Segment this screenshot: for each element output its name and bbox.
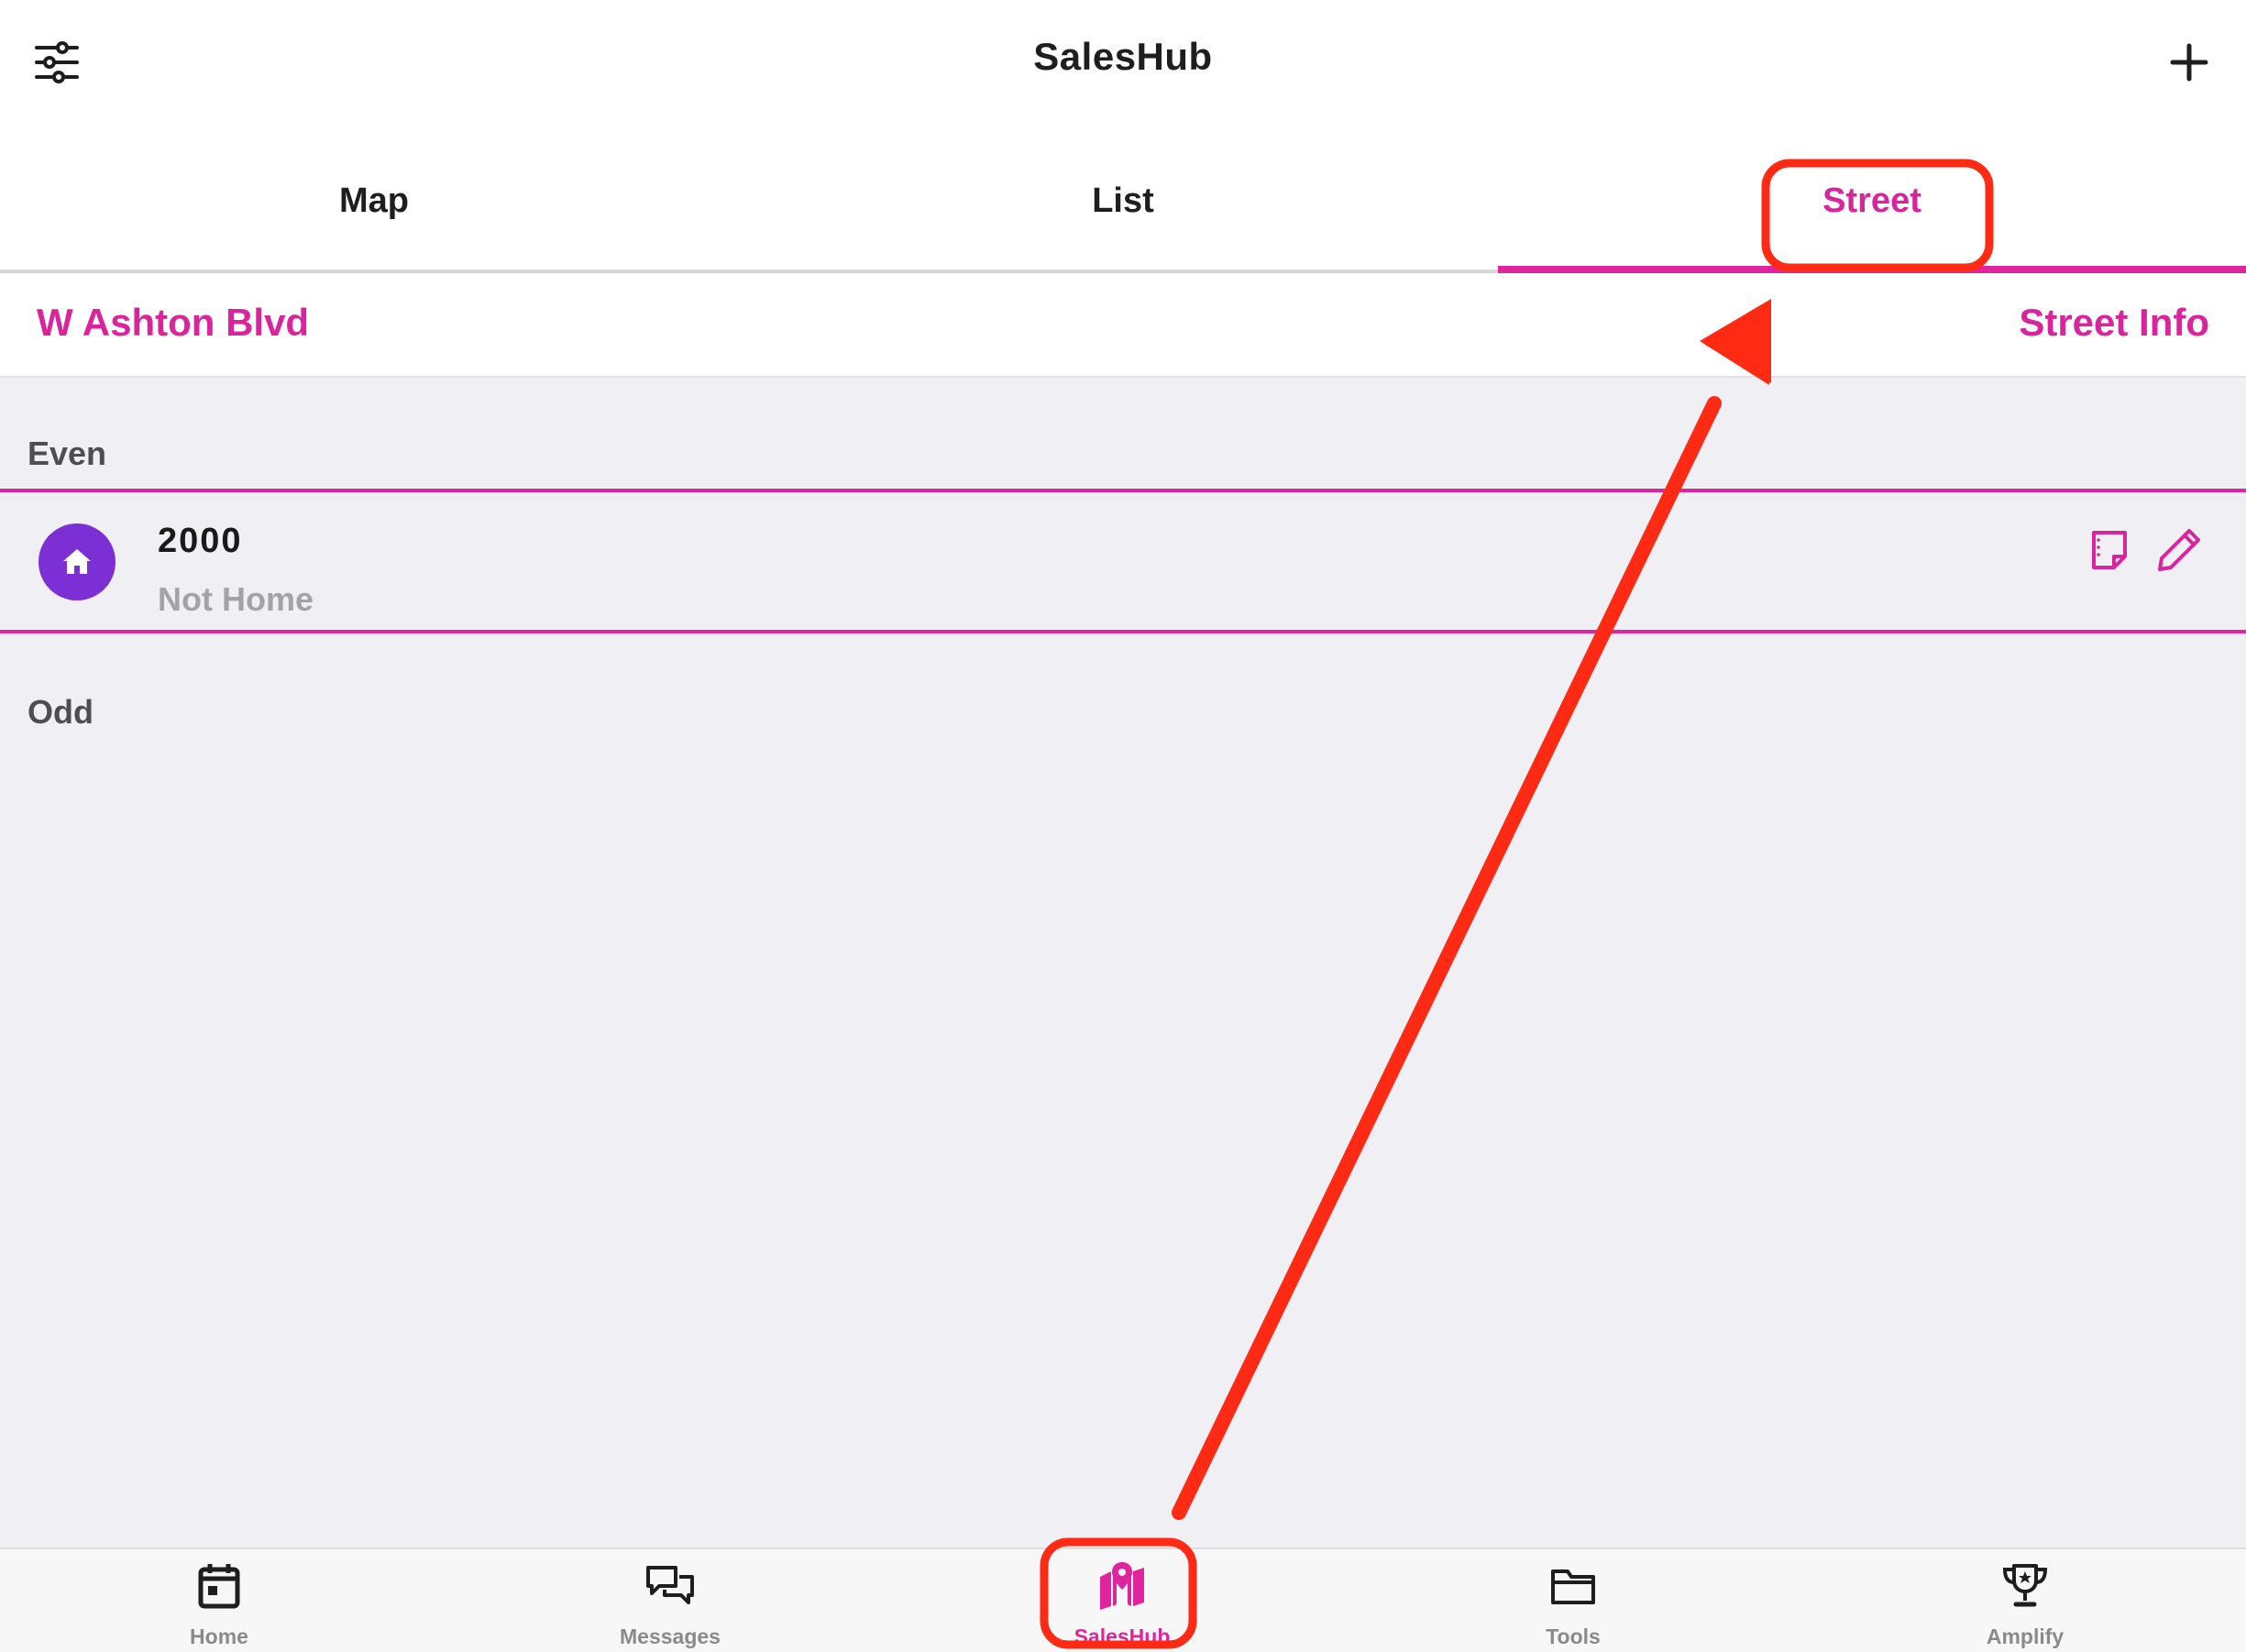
- nav-amplify-label: Amplify: [1986, 1624, 2064, 1648]
- list-item[interactable]: 2000 Not Home: [0, 489, 2246, 633]
- note-icon: [2092, 531, 2127, 569]
- visit-status: Not Home: [158, 580, 314, 618]
- nav-amplify[interactable]: Amplify: [1888, 1549, 2163, 1652]
- nav-tools-label: Tools: [1546, 1624, 1601, 1648]
- calendar-icon: [198, 1564, 240, 1609]
- tab-list[interactable]: List: [749, 128, 1497, 273]
- nav-home-label: Home: [190, 1624, 248, 1648]
- street-name[interactable]: W Ashton Blvd: [37, 301, 309, 345]
- view-tabs: Map List Street: [0, 128, 2246, 273]
- street-header: W Ashton Blvd Street Info: [0, 273, 2246, 378]
- annotation-arrow: [1172, 299, 1771, 1520]
- section-header-odd: Odd: [28, 693, 94, 731]
- nav-saleshub[interactable]: SalesHub: [985, 1549, 1260, 1652]
- trophy-icon: [2002, 1564, 2048, 1607]
- bottom-navigation: Home Messages SalesHub Tools Amplify: [0, 1547, 2246, 1652]
- nav-home[interactable]: Home: [82, 1549, 357, 1652]
- nav-tools[interactable]: Tools: [1436, 1549, 1711, 1652]
- chat-bubbles-icon: [646, 1566, 694, 1604]
- note-button[interactable]: [2086, 527, 2132, 573]
- edit-button[interactable]: [2154, 525, 2204, 575]
- home-status-avatar: [39, 523, 116, 600]
- plus-icon: [2170, 43, 2208, 82]
- top-bar: SalesHub: [0, 0, 2246, 128]
- tab-street[interactable]: Street: [1498, 128, 2246, 273]
- street-info-link[interactable]: Street Info: [2019, 301, 2209, 345]
- tab-map[interactable]: Map: [0, 128, 748, 273]
- pencil-icon: [2158, 529, 2200, 571]
- nav-saleshub-label: SalesHub: [1073, 1624, 1171, 1648]
- map-pin-icon: [1100, 1562, 1144, 1610]
- house-number: 2000: [158, 522, 243, 560]
- active-tab-indicator: [1498, 266, 2246, 273]
- nav-messages-label: Messages: [620, 1624, 721, 1648]
- folder-icon: [1551, 1569, 1595, 1604]
- section-header-even: Even: [28, 435, 107, 472]
- add-button[interactable]: [2163, 37, 2215, 88]
- app-title: SalesHub: [1033, 35, 1213, 78]
- nav-messages[interactable]: Messages: [533, 1549, 808, 1652]
- house-icon: [63, 549, 91, 574]
